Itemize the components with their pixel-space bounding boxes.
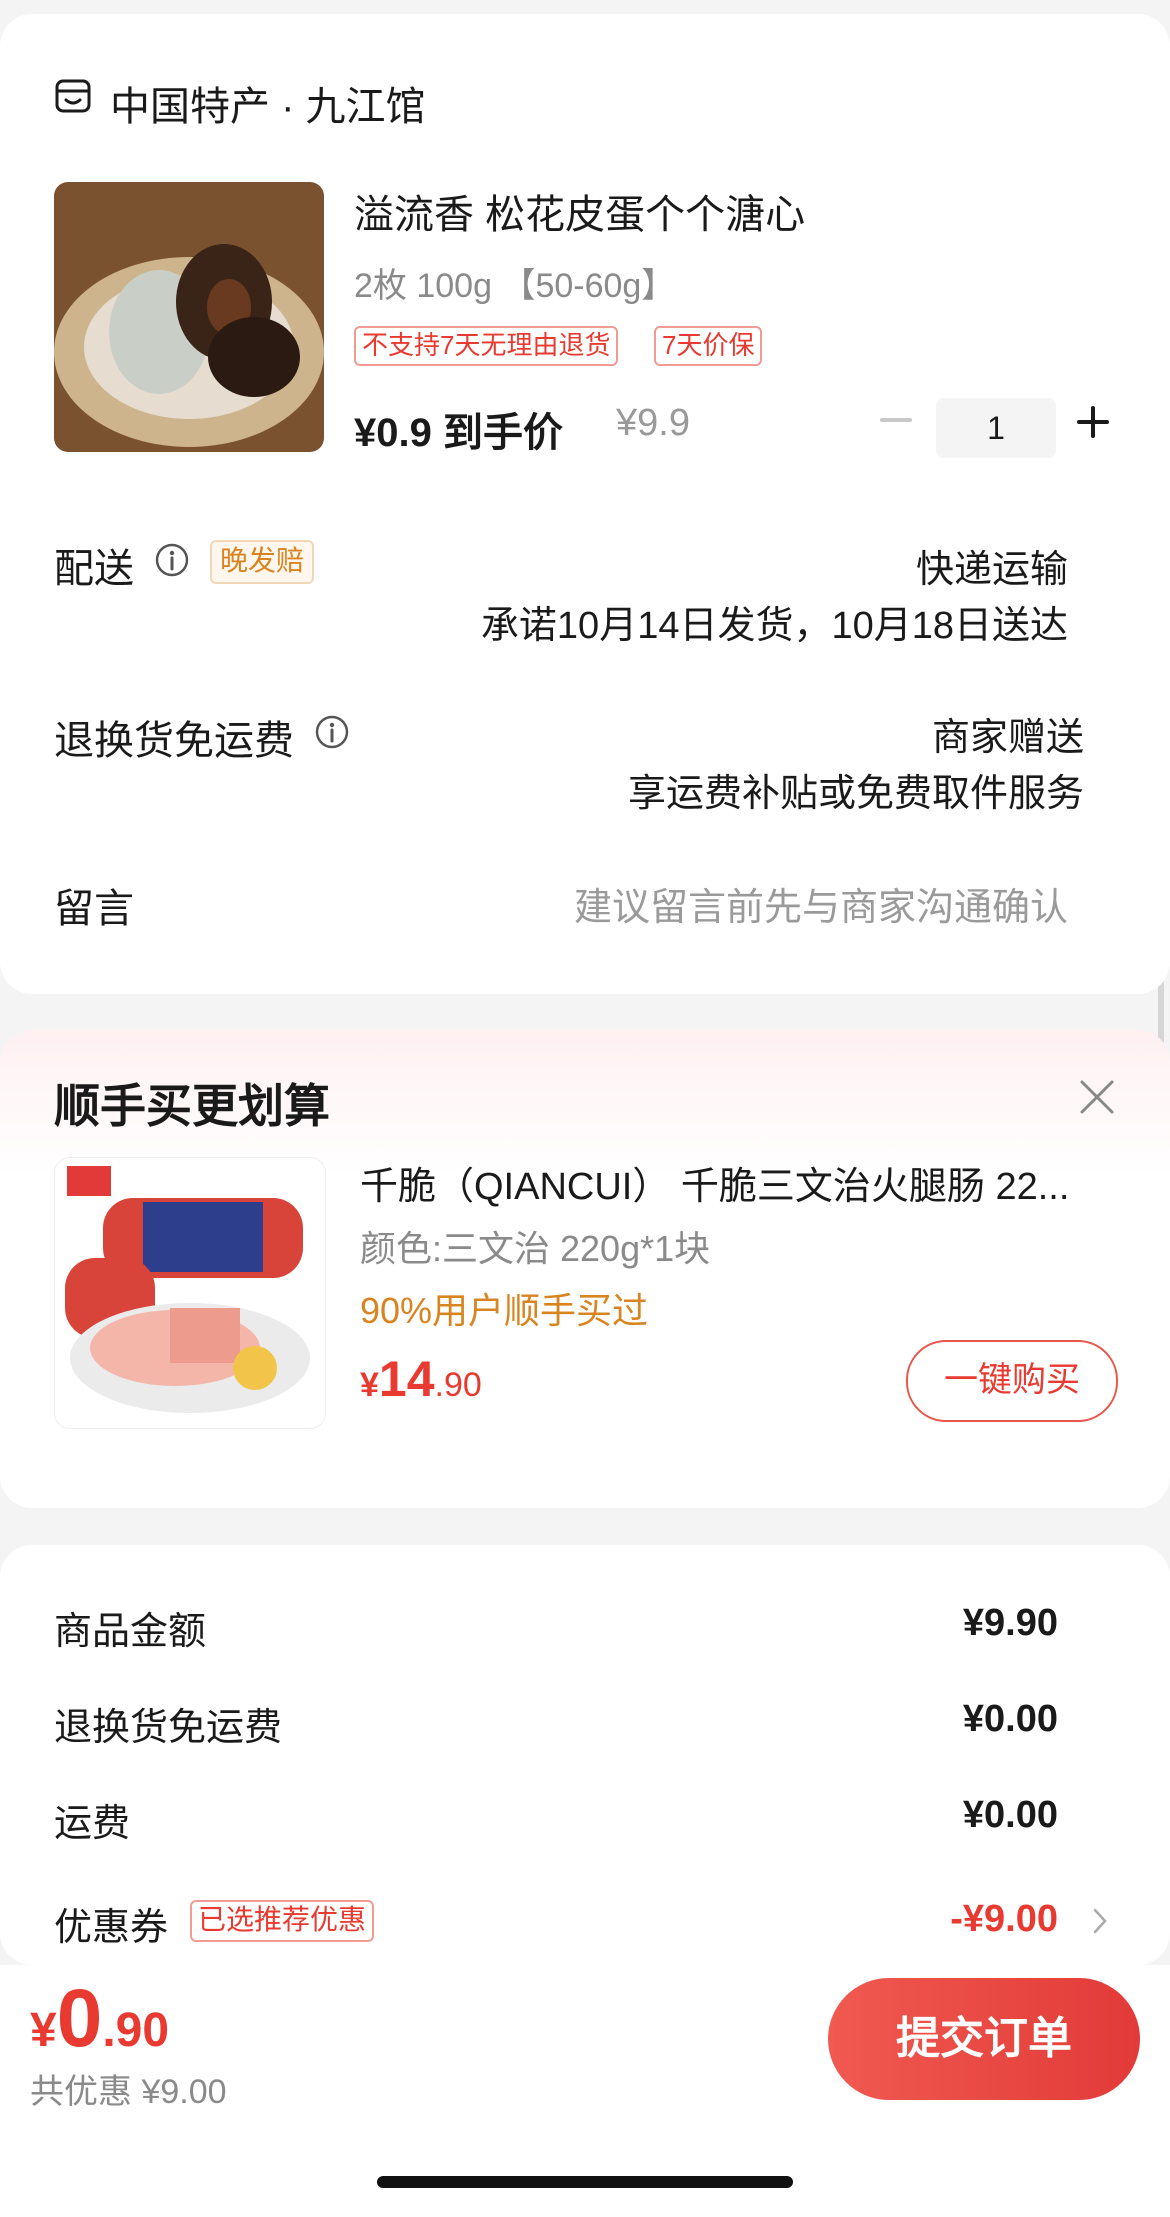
shipping-fee-label: 运费 [54,1803,131,1845]
return-shipping-fee-label: 退换货免运费 [54,1707,283,1749]
price-protect-tag[interactable]: 7天价保 [654,326,763,366]
late-compensation-badge[interactable]: 晚发赔 [210,540,315,584]
addon-section-title: 顺手买更划算 [54,1080,330,1132]
total-price-decimal: .90 [102,2004,170,2057]
total-price-integer: 0 [56,1973,103,2064]
delivery-label: 配送 [54,547,134,591]
return-shipping-label: 退换货免运费 [54,719,294,763]
product-image[interactable] [54,182,324,452]
shop-icon [55,79,91,113]
total-saving: 共优惠 ¥9.00 [30,2073,227,2111]
total-price-symbol: ¥ [30,2004,57,2057]
one-click-buy-button[interactable]: 一键购买 [906,1340,1118,1422]
return-shipping-value: 商家赠送 [931,717,1084,759]
goods-amount-label: 商品金额 [54,1611,207,1653]
quantity-field[interactable]: 1 [936,398,1056,458]
message-input[interactable]: 建议留言前先与商家沟通确认 [574,876,1068,931]
coupon-tag: 已选推荐优惠 [190,1900,375,1942]
coupon-value[interactable]: -¥9.00 [950,1898,1058,1941]
close-icon[interactable] [1078,1078,1116,1116]
product-spec[interactable]: 2枚 100g 【50-60g】 [354,258,675,307]
home-indicator[interactable] [377,2176,793,2188]
no-return-tag: 不支持7天无理由退货 [354,326,619,366]
info-icon[interactable] [314,714,350,750]
order-item-card [0,14,1170,994]
shipping-fee-value: ¥0.00 [962,1794,1058,1836]
return-shipping-detail: 享运费补贴或免费取件服务 [627,773,1084,815]
addon-price-symbol: ¥ [360,1366,379,1404]
message-label: 留言 [54,887,134,931]
return-shipping-fee-value: ¥0.00 [962,1698,1058,1740]
minus-icon[interactable] [876,400,916,440]
addon-popularity: 90%用户顺手买过 [360,1290,649,1331]
addon-product-spec: 颜色:三文治 220g*1块 [360,1228,711,1269]
addon-price-decimal: .90 [434,1366,482,1404]
delivery-promise: 承诺10月14日发货，10月18日送达 [480,605,1068,647]
total-price: ¥0.90 [30,1972,169,2066]
product-title[interactable]: 溢流香 松花皮蛋个个溏心 [354,182,805,240]
final-price: ¥0.9 到手价 [354,411,563,455]
goods-amount-value: ¥9.90 [962,1602,1058,1644]
info-icon[interactable] [154,542,190,578]
original-price: ¥9.9 [616,402,690,444]
plus-icon[interactable] [1076,405,1110,439]
addon-price-integer: 14 [378,1351,435,1407]
submit-order-button[interactable]: 提交订单 [828,1978,1140,2100]
delivery-method[interactable]: 快递运输 [916,538,1068,593]
coupon-label[interactable]: 优惠券 [54,1896,168,1951]
addon-price: ¥14.90 [360,1350,482,1408]
addon-product-image[interactable] [54,1157,326,1429]
shop-name[interactable]: 中国特产 · 九江馆 [110,74,426,132]
addon-product-name[interactable]: 千脆（QIANCUI） 千脆三文治火腿肠 22... [360,1155,1100,1210]
chevron-right-icon[interactable] [1090,1906,1110,1936]
